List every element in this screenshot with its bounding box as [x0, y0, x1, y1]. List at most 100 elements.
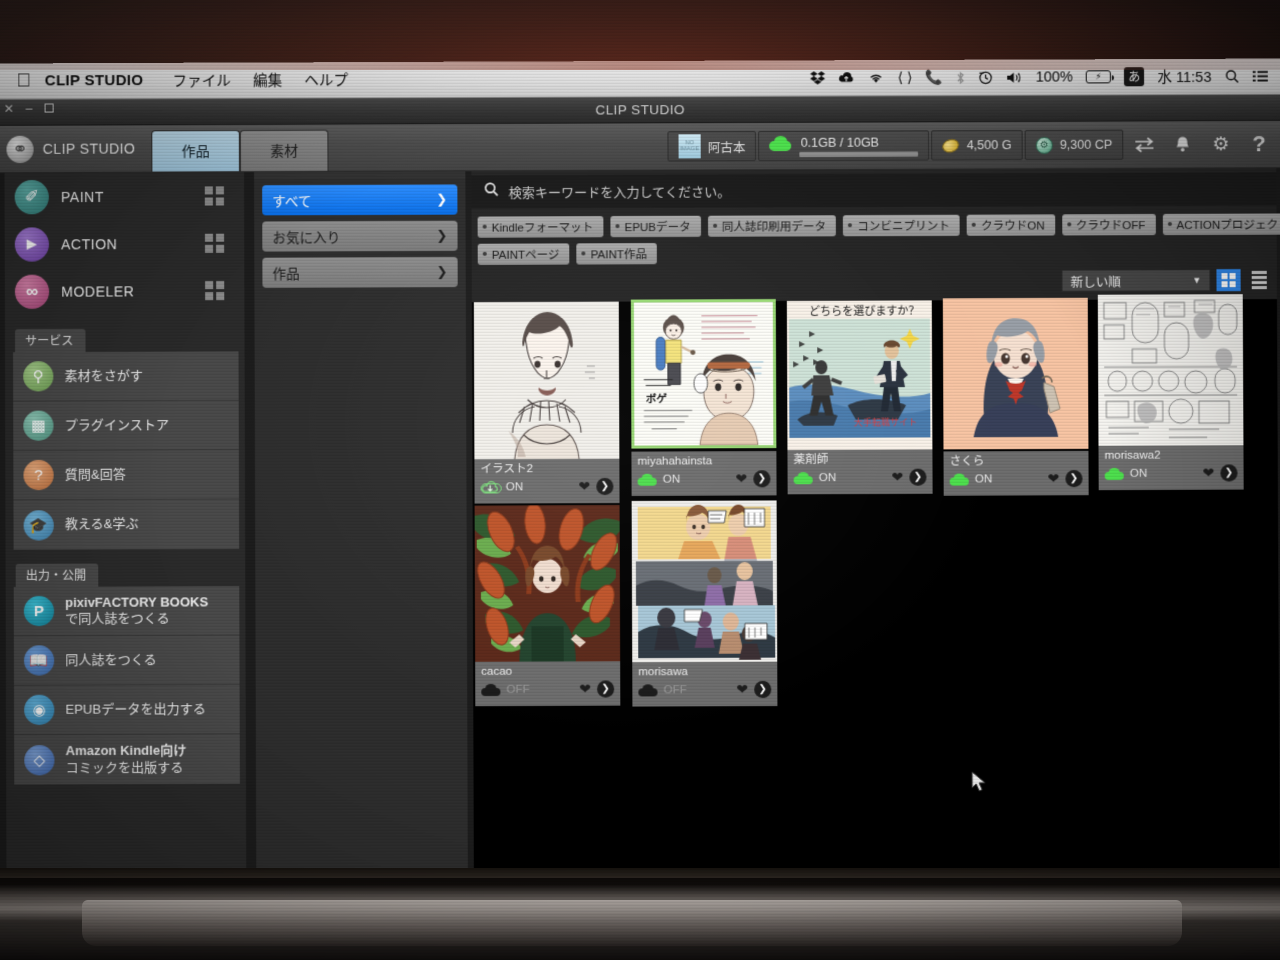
work-card[interactable]: ボゲ miyahahainsta ON ❤ ❯	[631, 299, 777, 501]
search-icon[interactable]	[1225, 69, 1240, 84]
work-card[interactable]: さくら ON ❤ ❯	[943, 298, 1089, 500]
sidebar-item-teach-learn[interactable]: 🎓 教える&学ぶ	[13, 499, 239, 549]
cloud-download-icon[interactable]	[481, 480, 500, 493]
heart-icon[interactable]: ❤	[1203, 464, 1215, 481]
tab-sozai[interactable]: 素材	[240, 130, 329, 172]
filter-tag-cloud-off[interactable]: クラウドOFF	[1062, 214, 1156, 235]
filter-tag-doujinshi-print[interactable]: 同人誌印刷用データ	[708, 215, 836, 237]
category-label: 作品	[272, 263, 299, 283]
wifi-icon[interactable]	[867, 71, 884, 84]
sidebar-item-modeler[interactable]: ∞ MODELER	[5, 267, 245, 315]
transfer-icon[interactable]	[1125, 136, 1163, 152]
sidebar-item-kindle-publish[interactable]: ◇ Amazon Kindle向け コミックを出版する	[14, 734, 240, 784]
list-view-icon[interactable]	[1247, 269, 1271, 291]
time-machine-icon[interactable]	[978, 70, 993, 85]
heart-icon[interactable]: ❤	[736, 681, 748, 698]
filter-tag-cloud-on[interactable]: クラウドON	[967, 214, 1055, 235]
sidebar-item-plugin-store[interactable]: ▩ プラグインストア	[13, 401, 239, 451]
category-item-works[interactable]: 作品 ❯	[262, 257, 457, 288]
work-thumbnail[interactable]: どちらを選びますか？ 大手転職サイト	[787, 300, 933, 450]
cp-chip[interactable]: ⚙ 9,300 CP	[1024, 130, 1123, 161]
minimize-icon[interactable]: –	[22, 102, 35, 115]
menubar-clock[interactable]: 水 11:53	[1157, 66, 1211, 87]
heart-icon[interactable]: ❤	[578, 478, 590, 495]
chevron-right-circle-icon[interactable]: ❯	[753, 470, 770, 487]
service-sidebar: ✐ PAINT ► ACTION ∞ MODELER サービス ⚲ 素材をさがす…	[5, 172, 247, 876]
cloud-icon[interactable]	[638, 473, 657, 486]
cloud-icon[interactable]	[1105, 467, 1124, 480]
storage-chip[interactable]: 0.1GB / 10GB	[758, 130, 929, 161]
sidebar-item-paint[interactable]: ✐ PAINT	[5, 172, 245, 220]
filter-tag-action-project[interactable]: ACTIONプロジェクト	[1162, 213, 1280, 235]
sidebar-item-qa[interactable]: ? 質問&回答	[13, 450, 239, 500]
work-card[interactable]: イラスト2 ON ❤ ❯	[474, 302, 620, 504]
volume-icon[interactable]	[1006, 70, 1022, 84]
list-icon[interactable]	[1253, 70, 1268, 83]
bell-icon[interactable]	[1163, 135, 1201, 154]
sidebar-item-make-doujinshi[interactable]: 📖 同人誌をつくる	[14, 636, 240, 686]
cloud-icon[interactable]	[950, 472, 969, 485]
menu-item-edit[interactable]: 編集	[242, 69, 293, 90]
close-icon[interactable]: ✕	[2, 102, 15, 115]
work-thumbnail[interactable]	[632, 500, 778, 662]
dropbox-icon[interactable]	[810, 71, 825, 85]
chevron-right-circle-icon[interactable]: ❯	[754, 681, 771, 698]
cloud-upload-icon[interactable]	[838, 71, 854, 84]
category-item-all[interactable]: すべて ❯	[262, 184, 457, 215]
help-icon[interactable]: ?	[1240, 131, 1278, 157]
filter-tag-paint-work[interactable]: PAINT作品	[577, 243, 658, 264]
heart-icon[interactable]: ❤	[1048, 470, 1060, 487]
input-method-indicator[interactable]: あ	[1124, 67, 1144, 86]
gear-icon[interactable]: ⚙	[1202, 133, 1240, 156]
cloud-icon[interactable]	[794, 471, 813, 484]
maximize-icon[interactable]	[43, 101, 56, 114]
sidebar-item-action[interactable]: ► ACTION	[5, 219, 245, 267]
code-brackets-icon[interactable]: ⟨ ⟩	[897, 69, 912, 86]
work-thumbnail[interactable]	[1098, 294, 1244, 446]
chevron-right-circle-icon[interactable]: ❯	[909, 469, 926, 486]
heart-icon[interactable]: ❤	[891, 469, 903, 486]
battery-charging-icon[interactable]: ⚡	[1086, 70, 1111, 83]
chevron-right-circle-icon[interactable]: ❯	[596, 478, 613, 495]
modeler-grid-icon[interactable]	[205, 281, 224, 300]
grid-view-icon[interactable]	[1216, 269, 1240, 291]
heart-icon[interactable]: ❤	[735, 470, 747, 487]
menubar-app-name[interactable]: CLIP STUDIO	[45, 72, 162, 90]
menu-item-file[interactable]: ファイル	[161, 70, 242, 91]
work-thumbnail[interactable]	[475, 505, 621, 662]
phone-icon[interactable]: 📞	[925, 69, 943, 86]
paint-grid-icon[interactable]	[205, 186, 224, 205]
sidebar-item-epub-export[interactable]: ◉ EPUBデータを出力する	[14, 685, 240, 735]
sidebar-item-find-material[interactable]: ⚲ 素材をさがす	[13, 351, 239, 401]
sort-select[interactable]: 新しい順 ▼	[1061, 269, 1210, 292]
work-card[interactable]: どちらを選びますか？ 大手転職サイト 薬剤師 ON ❤ ❯	[787, 300, 933, 502]
menu-item-help[interactable]: ヘルプ	[293, 69, 359, 90]
filter-tag-paint-page[interactable]: PAINTページ	[478, 243, 570, 264]
work-title: cacao	[481, 664, 614, 679]
filter-tag-epub[interactable]: EPUBデータ	[610, 216, 700, 237]
work-thumbnail[interactable]	[943, 298, 1089, 450]
cloud-off-icon[interactable]	[638, 683, 657, 696]
work-card[interactable]: morisawa OFF ❤ ❯	[632, 500, 778, 702]
work-thumbnail[interactable]: ボゲ	[631, 299, 777, 449]
menubar-status-items: ⟨ ⟩ 📞 100% ⚡ あ 水 11:53	[810, 66, 1272, 89]
sidebar-item-pixiv-factory[interactable]: P pixivFACTORY BOOKS で同人誌をつくる	[14, 586, 240, 636]
gold-chip[interactable]: 4,500 G	[931, 130, 1022, 161]
action-grid-icon[interactable]	[205, 234, 224, 253]
cloud-off-icon[interactable]	[481, 683, 500, 696]
chevron-right-circle-icon[interactable]: ❯	[597, 680, 614, 697]
tab-sakuhin[interactable]: 作品	[151, 130, 240, 172]
work-thumbnail[interactable]	[474, 302, 620, 460]
account-chip[interactable]: NO IMAGE 阿古本	[667, 131, 756, 162]
heart-icon[interactable]: ❤	[579, 681, 591, 698]
filter-tag-kindle[interactable]: Kindleフォーマット	[478, 216, 604, 238]
work-card[interactable]: morisawa2 ON ❤ ❯	[1098, 294, 1244, 496]
work-card[interactable]: cacao OFF ❤ ❯	[475, 505, 621, 707]
filter-tag-convenience-print[interactable]: コンビニプリント	[843, 215, 960, 237]
chevron-right-circle-icon[interactable]: ❯	[1220, 464, 1237, 481]
kindle-publish-icon: ◇	[24, 745, 54, 775]
category-item-favorites[interactable]: お気に入り ❯	[262, 221, 457, 252]
search-input[interactable]: 検索キーワードを入力してください。	[471, 172, 1276, 208]
apple-icon[interactable]: 	[8, 71, 45, 90]
chevron-right-circle-icon[interactable]: ❯	[1065, 470, 1082, 487]
